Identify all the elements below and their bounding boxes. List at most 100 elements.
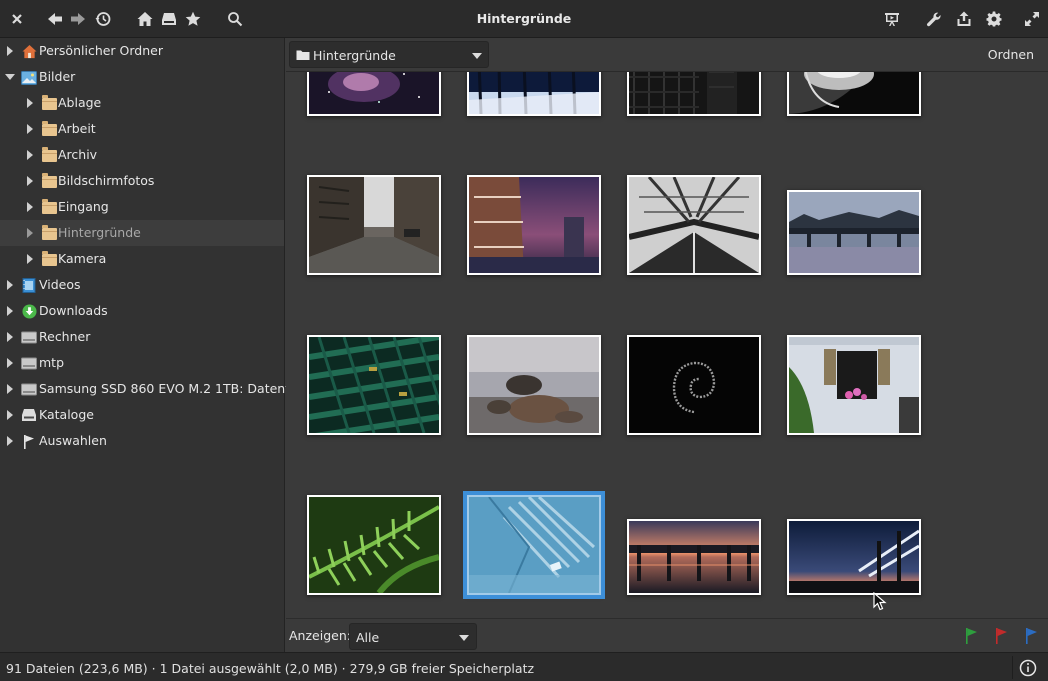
thumbnail-paris-street[interactable]: [307, 175, 441, 275]
star-icon: [185, 11, 201, 26]
expander-arrow-icon[interactable]: [27, 124, 33, 134]
location-dropdown[interactable]: Hintergründe: [289, 41, 489, 68]
expander-arrow-icon[interactable]: [27, 176, 33, 186]
sidebar-item-eingang[interactable]: Eingang: [0, 194, 284, 220]
sidebar-item-downloads[interactable]: Downloads: [0, 298, 284, 324]
fullscreen-button[interactable]: [1020, 7, 1044, 31]
history-button[interactable]: [91, 7, 115, 31]
show-filter-value: Alle: [356, 630, 380, 645]
expander-arrow-icon[interactable]: [7, 410, 13, 420]
chevron-down-icon: [459, 635, 469, 641]
settings-button[interactable]: [982, 7, 1006, 31]
search-button[interactable]: [223, 7, 247, 31]
expander-arrow-icon[interactable]: [27, 254, 33, 264]
red-flag-icon[interactable]: [993, 627, 1009, 645]
sidebar-item-label: Persönlicher Ordner: [39, 43, 163, 58]
back-button[interactable]: [43, 7, 67, 31]
thumbnail-dark-building[interactable]: [627, 72, 761, 116]
expander-arrow-icon[interactable]: [27, 150, 33, 160]
search-icon: [228, 12, 243, 27]
expander-arrow-icon[interactable]: [7, 306, 13, 316]
folder-icon: [41, 173, 57, 189]
expander-arrow-icon[interactable]: [7, 46, 13, 56]
sidebar-item-rechner[interactable]: Rechner: [0, 324, 284, 350]
thumbnail-bw-lamp[interactable]: [787, 72, 921, 116]
sidebar-item-label: Bildschirmfotos: [58, 173, 155, 188]
thumbnail-window-flowers[interactable]: [787, 335, 921, 435]
thumbnail-galaxy[interactable]: [307, 72, 441, 116]
sidebar-item-label: Auswahlen: [39, 433, 107, 448]
home-icon: [137, 12, 153, 26]
sidebar-item-arbeit[interactable]: Arbeit: [0, 116, 284, 142]
sidebar-item-label: Samsung SSD 860 EVO M.2 1TB: Datentr...: [39, 381, 307, 396]
sidebar-item-personal-folder[interactable]: Persönlicher Ordner: [0, 38, 284, 64]
sidebar-item-auswahlen[interactable]: Auswahlen: [0, 428, 284, 454]
thumbnail-fern[interactable]: [307, 495, 441, 595]
sidebar-item-label: Kamera: [58, 251, 107, 266]
path-bar: Hintergründe Ordnen: [286, 38, 1048, 72]
thumbnail-balcony-sunset[interactable]: [467, 175, 601, 275]
expander-arrow-icon[interactable]: [7, 436, 13, 446]
gear-icon: [986, 11, 1002, 27]
share-button[interactable]: [952, 7, 976, 31]
pictures-icon: [21, 69, 37, 85]
sidebar-item-ablage[interactable]: Ablage: [0, 90, 284, 116]
folder-icon: [41, 225, 57, 241]
favorites-button[interactable]: [181, 7, 205, 31]
expander-arrow-icon[interactable]: [27, 98, 33, 108]
sidebar-item-label: Rechner: [39, 329, 91, 344]
forward-button[interactable]: [66, 7, 90, 31]
sidebar-item-archiv[interactable]: Archiv: [0, 142, 284, 168]
drive-icon: [21, 381, 37, 397]
sidebar-item-hintergruende[interactable]: Hintergründe: [0, 220, 284, 246]
thumbnail-snowy-forest[interactable]: [467, 72, 601, 116]
history-icon: [95, 12, 111, 26]
slideshow-icon: [885, 13, 899, 26]
thumbnail-underwater-wreck[interactable]: [463, 491, 605, 599]
sidebar-item-kataloge[interactable]: Kataloge: [0, 402, 284, 428]
folder-icon: [41, 199, 57, 215]
sidebar-item-label: Archiv: [58, 147, 98, 162]
wrench-icon: [927, 12, 941, 27]
blue-flag-icon[interactable]: [1023, 627, 1039, 645]
thumbnail-eiffel-tower[interactable]: [627, 175, 761, 275]
show-filter-dropdown[interactable]: Alle: [349, 623, 477, 650]
sidebar-item-kamera[interactable]: Kamera: [0, 246, 284, 272]
expander-arrow-icon[interactable]: [27, 202, 33, 212]
thumbnail-river-bridge[interactable]: [787, 190, 921, 275]
thumbnail-seaside-rocks[interactable]: [467, 335, 601, 435]
expander-arrow-icon[interactable]: [7, 358, 13, 368]
drive-button[interactable]: [157, 7, 181, 31]
green-flag-icon[interactable]: [963, 627, 979, 645]
home-icon: [21, 43, 37, 59]
sidebar-item-label: Bilder: [39, 69, 76, 84]
arrow-right-icon: [71, 13, 85, 25]
status-text: 91 Dateien (223,6 MB) · 1 Datei ausgewäh…: [6, 661, 535, 676]
thumbnail-bridge-dusk[interactable]: [787, 519, 921, 595]
expander-arrow-icon[interactable]: [7, 384, 13, 394]
expander-arrow-icon[interactable]: [5, 74, 15, 80]
folder-icon: [41, 251, 57, 267]
sidebar-item-mtp[interactable]: mtp: [0, 350, 284, 376]
sidebar-item-samsung-ssd[interactable]: Samsung SSD 860 EVO M.2 1TB: Datentr...: [0, 376, 306, 402]
sort-button[interactable]: Ordnen: [988, 47, 1034, 62]
expander-arrow-icon[interactable]: [7, 280, 13, 290]
sidebar-item-label: Arbeit: [58, 121, 96, 136]
sidebar-item-bildschirmfotos[interactable]: Bildschirmfotos: [0, 168, 284, 194]
expander-arrow-icon[interactable]: [7, 332, 13, 342]
close-icon[interactable]: [5, 7, 29, 31]
sidebar-item-videos[interactable]: Videos: [0, 272, 284, 298]
info-icon: [1019, 659, 1036, 676]
expander-arrow-icon[interactable]: [27, 228, 33, 238]
tools-button[interactable]: [922, 7, 946, 31]
drive-icon: [162, 13, 176, 25]
slideshow-button[interactable]: [880, 7, 904, 31]
thumbnail-pier-sunset[interactable]: [627, 519, 761, 595]
home-button[interactable]: [133, 7, 157, 31]
sidebar-item-pictures[interactable]: Bilder: [0, 64, 284, 90]
drive-icon: [21, 355, 37, 371]
thumbnail-green-circuits[interactable]: [307, 335, 441, 435]
info-button[interactable]: [1012, 656, 1042, 679]
sidebar-item-label: Videos: [39, 277, 81, 292]
thumbnail-debian-swirl[interactable]: [627, 335, 761, 435]
